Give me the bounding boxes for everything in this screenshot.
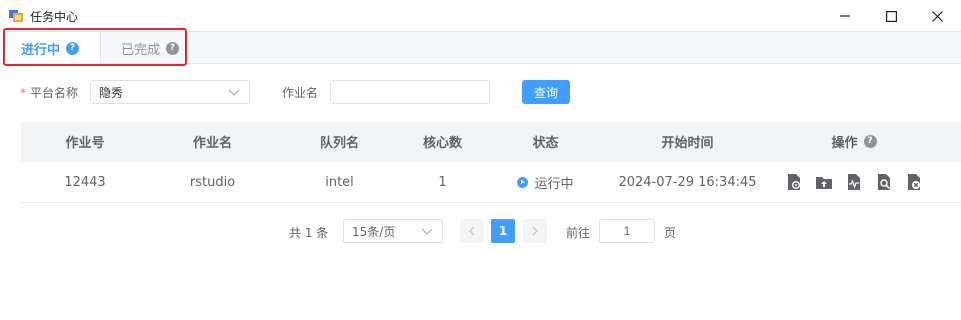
tab-running-label: 进行中 <box>21 43 61 58</box>
pagination-total: 共 1 条 <box>289 226 329 240</box>
next-page-button[interactable] <box>523 219 547 243</box>
column-header-job-name: 作业名 <box>192 136 232 151</box>
settings-doc-icon[interactable] <box>785 173 803 191</box>
page-size-value: 15条/页 <box>352 224 396 239</box>
actions-header-label: 操作 <box>831 136 858 151</box>
goto-label: 前往 <box>566 226 591 240</box>
status-text: 运行中 <box>534 176 574 192</box>
maximize-icon <box>885 10 897 22</box>
table-header: 作业号 作业名 队列名 核心数 状态 开始时间 操作 ? <box>21 122 961 162</box>
cell-cores: 1 <box>438 174 447 190</box>
running-icon <box>517 176 529 188</box>
cell-job-name: rstudio <box>189 174 236 190</box>
column-header-start-time: 开始时间 <box>661 136 714 151</box>
cancel-doc-icon[interactable] <box>905 173 923 191</box>
minimize-button[interactable] <box>822 0 868 32</box>
tab-completed-label: 已完成 <box>121 42 161 58</box>
platform-select[interactable]: 隐秀 <box>90 80 250 104</box>
cell-job-id: 12443 <box>64 174 106 190</box>
window-title: 任务中心 <box>30 10 79 24</box>
required-star: * <box>20 86 26 100</box>
close-button[interactable] <box>914 0 960 32</box>
search-doc-icon[interactable] <box>875 173 893 191</box>
help-icon[interactable]: ? <box>166 41 180 55</box>
help-icon[interactable]: ? <box>863 135 877 148</box>
app-icon <box>9 10 23 22</box>
goto-page-input[interactable] <box>599 219 655 243</box>
column-header-job-id: 作业号 <box>65 136 105 151</box>
close-icon <box>931 10 943 22</box>
cell-actions <box>766 162 942 202</box>
prev-page-button[interactable] <box>460 219 484 243</box>
chevron-down-icon <box>421 228 433 235</box>
platform-select-value: 隐秀 <box>99 85 124 100</box>
page-unit-label: 页 <box>664 226 677 240</box>
tab-bar: 进行中 ? 已完成 ? <box>0 32 961 65</box>
tab-running[interactable]: 进行中 ? <box>4 32 101 65</box>
job-name-label: 作业名 <box>282 86 319 100</box>
column-header-actions: 操作 ? <box>766 122 942 161</box>
page-size-select[interactable]: 15条/页 <box>343 219 443 243</box>
job-name-input[interactable] <box>330 80 490 104</box>
monitor-doc-icon[interactable] <box>845 173 863 191</box>
upload-folder-icon[interactable] <box>815 173 833 191</box>
query-button[interactable]: 查询 <box>522 80 570 104</box>
cell-status: 运行中 <box>482 162 609 202</box>
minimize-icon <box>840 15 850 17</box>
page-number-button[interactable]: 1 <box>491 219 515 243</box>
chevron-right-icon <box>532 226 538 236</box>
column-header-cores: 核心数 <box>422 136 462 151</box>
cell-queue: intel <box>325 174 354 190</box>
chevron-down-icon <box>228 89 240 96</box>
platform-label: * 平台名称 <box>20 86 79 100</box>
help-icon[interactable]: ? <box>66 42 80 55</box>
column-header-status: 状态 <box>532 136 559 151</box>
table-row: 12443 rstudio intel 1 运行中 2024-07-29 16:… <box>21 162 961 203</box>
maximize-button[interactable] <box>868 0 914 32</box>
tab-completed[interactable]: 已完成 ? <box>101 32 187 64</box>
column-header-queue: 队列名 <box>319 136 359 151</box>
cell-start-time: 2024-07-29 16:34:45 <box>618 174 757 190</box>
window-titlebar: 任务中心 <box>0 0 961 32</box>
chevron-left-icon <box>469 226 475 236</box>
